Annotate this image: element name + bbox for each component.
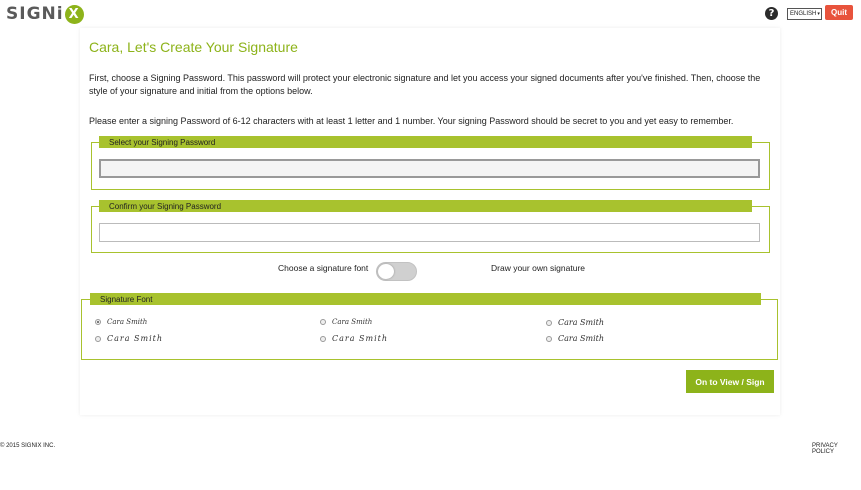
intro-text: First, choose a Signing Password. This p…	[89, 73, 761, 96]
signature-preview: Cara Smith	[332, 334, 389, 343]
font-option-1[interactable]: Cara Smith	[95, 318, 147, 326]
signature-preview: Cara Smith	[558, 318, 605, 327]
header: SIGN i X ? ENGLISH ▾ Quit	[0, 0, 861, 28]
password-input[interactable]	[99, 159, 760, 178]
toggle-knob	[378, 264, 394, 279]
signix-logo: SIGN i X	[6, 4, 84, 24]
page-title: Cara, Let's Create Your Signature	[89, 39, 298, 55]
signature-mode-toggle[interactable]	[376, 262, 417, 281]
confirm-password-input[interactable]	[99, 223, 760, 242]
quit-button[interactable]: Quit	[825, 5, 853, 20]
privacy-policy-link[interactable]: PRIVACY POLICY	[812, 443, 861, 455]
signature-preview: Cara Smith	[558, 334, 605, 343]
confirm-legend: Confirm your Signing Password	[99, 200, 752, 212]
on-to-view-sign-button[interactable]: On to View / Sign	[686, 370, 774, 393]
font-option-5[interactable]: Cara Smith	[320, 334, 388, 343]
signature-setup-card: Cara, Let's Create Your Signature First,…	[80, 28, 780, 415]
radio-icon[interactable]	[546, 335, 552, 342]
signature-font-legend: Signature Font	[90, 293, 761, 305]
signature-preview: Cara Smith	[107, 318, 148, 326]
password-legend: Select your Signing Password	[99, 136, 752, 148]
logo-i: i	[56, 4, 64, 24]
logo-x-icon: X	[64, 4, 84, 24]
radio-icon[interactable]	[95, 335, 101, 342]
language-select[interactable]: ENGLISH ▾	[787, 8, 822, 20]
logo-text: SIGN	[6, 4, 57, 24]
toggle-left-label: Choose a signature font	[278, 263, 369, 273]
toggle-right-label: Draw your own signature	[491, 263, 586, 273]
font-option-3[interactable]: Cara Smith	[546, 318, 604, 327]
signature-preview: Cara Smith	[107, 334, 164, 343]
help-icon[interactable]: ?	[765, 7, 778, 20]
copyright-text: © 2015 SIGNIX INC.	[0, 443, 56, 449]
font-option-6[interactable]: Cara Smith	[546, 334, 604, 343]
signature-preview: Cara Smith	[332, 318, 373, 326]
radio-icon[interactable]	[95, 319, 101, 325]
font-option-2[interactable]: Cara Smith	[320, 318, 372, 326]
language-value: ENGLISH	[790, 11, 817, 17]
radio-icon[interactable]	[320, 335, 326, 342]
radio-icon[interactable]	[320, 319, 326, 325]
chevron-down-icon: ▾	[817, 11, 820, 17]
password-instruction: Please enter a signing Password of 6-12 …	[89, 116, 734, 126]
radio-icon[interactable]	[546, 319, 552, 326]
signature-font-fieldset	[81, 299, 778, 360]
font-option-4[interactable]: Cara Smith	[95, 334, 163, 343]
